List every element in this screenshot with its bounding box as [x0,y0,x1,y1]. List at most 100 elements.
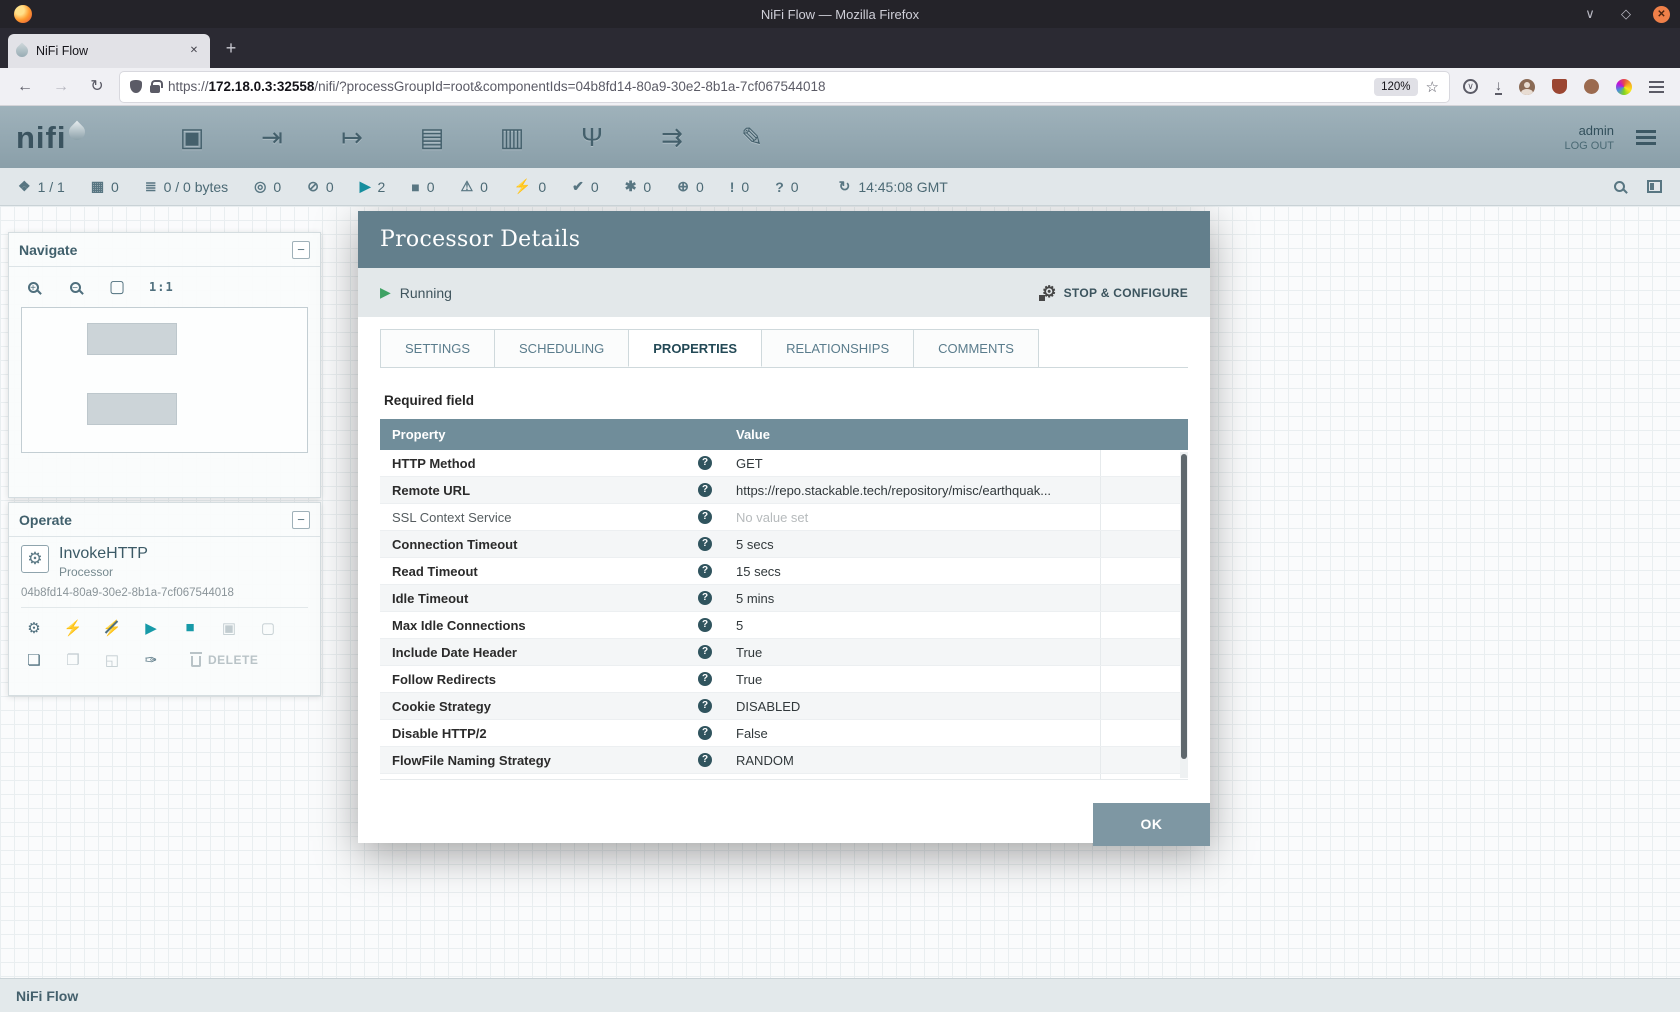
toolbar-component[interactable]: ↦ [332,117,372,157]
tab-close-icon[interactable]: ✕ [186,43,202,59]
operate-button[interactable]: ✑ [138,648,164,672]
collapse-icon[interactable]: − [292,511,310,529]
ublock-extension-icon[interactable] [1552,79,1567,94]
operate-button[interactable]: ▣ [216,616,242,640]
reload-icon[interactable]: ↻ [84,74,110,100]
collapse-icon[interactable]: − [292,241,310,259]
process-group-icon: ▤ [420,122,445,152]
dialog-tab[interactable]: RELATIONSHIPS [761,329,914,367]
property-row[interactable]: Disable HTTP/2 ? False [380,720,1188,747]
colorful-extension-icon[interactable] [1616,79,1632,95]
flow-canvas[interactable]: Navigate − + − ▢ 1:1 Operate − ⚙ [0,206,1680,978]
toolbar-component[interactable]: ⇉ [652,117,692,157]
property-row[interactable]: HTTP Method ? GET [380,450,1188,477]
status-count: 0 [741,179,749,195]
help-icon: ? [698,483,712,497]
browser-tab[interactable]: NiFi Flow ✕ [8,34,210,68]
menu-icon[interactable] [1649,86,1664,88]
table-scrollbar[interactable] [1180,452,1188,778]
property-row[interactable]: FlowFile Naming Strategy ? RANDOM [380,747,1188,774]
toolbar-component[interactable]: ▤ [412,117,452,157]
dialog-tab[interactable]: SETTINGS [380,329,495,367]
operate-button[interactable]: ❏ [21,648,47,672]
maximize-icon[interactable]: ◇ [1617,6,1635,22]
downloads-icon[interactable]: ↓ [1495,79,1502,95]
property-row[interactable]: Cookie Strategy ? DISABLED [380,693,1188,720]
tab-favicon [14,43,31,60]
lock-icon[interactable] [150,85,160,93]
operate-button[interactable]: ⚙ [21,616,47,640]
extension-icon[interactable] [1584,79,1599,94]
property-value: DISABLED [726,699,1100,714]
zoom-in-icon[interactable]: + [28,282,39,293]
operate-button[interactable]: ⚡ [99,616,125,640]
tracking-protection-icon[interactable] [130,80,142,93]
property-row[interactable]: Remote URL ? https://repo.stackable.tech… [380,477,1188,504]
zoom-out-icon[interactable]: − [70,282,81,293]
property-row[interactable]: SSL Context Service ? No value set [380,504,1188,531]
close-icon[interactable]: ✕ [1653,6,1670,23]
property-value: 5 [726,618,1100,633]
bookmark-star-icon[interactable]: ☆ [1426,78,1439,96]
property-value: RANDOM [726,753,1100,768]
ok-button[interactable]: OK [1093,803,1210,846]
actual-size-icon[interactable]: 1:1 [149,277,174,297]
toolbar-component[interactable]: ⇥ [252,117,292,157]
operate-button[interactable]: ▶ [138,616,164,640]
property-row[interactable]: Read Timeout ? 15 secs [380,558,1188,585]
fit-icon[interactable]: ▢ [107,277,127,297]
navigate-panel-header[interactable]: Navigate − [9,233,320,267]
toolbar-component[interactable]: ✎ [732,117,772,157]
dialog-tab[interactable]: PROPERTIES [628,329,762,367]
stop-icon: ■ [185,619,194,636]
url-text[interactable]: https://172.18.0.3:32558/nifi/?processGr… [168,79,1366,94]
new-tab-button[interactable]: + [216,34,246,64]
output-port-icon: ↦ [341,122,363,152]
breadcrumb[interactable]: NiFi Flow [16,988,78,1004]
tab-title: NiFi Flow [36,44,178,58]
operate-panel-header[interactable]: Operate − [9,503,320,537]
refresh-icon[interactable]: ↻ [839,178,851,195]
threads-icon: ▦ [91,178,104,195]
template-icon: ⇉ [661,122,683,152]
property-name: Include Date Header [392,645,517,660]
logout-link[interactable]: LOG OUT [1564,140,1614,152]
property-row[interactable]: Follow Redirects ? True [380,666,1188,693]
property-row[interactable]: Include Date Header ? True [380,639,1188,666]
operate-button[interactable]: ⚡ [60,616,86,640]
required-field-legend: Required field [384,393,1188,408]
search-icon[interactable] [1614,181,1625,192]
dialog-tab[interactable]: SCHEDULING [494,329,629,367]
toolbar-component[interactable]: ▣ [172,117,212,157]
transmitting-icon: ◎ [254,178,266,195]
selected-component-name: InvokeHTTP [59,545,148,563]
operate-button[interactable]: ❐ [60,648,86,672]
birdseye-minimap[interactable] [21,307,308,453]
operate-button[interactable]: ■ [177,616,203,640]
property-row[interactable]: Connection Timeout ? 5 secs [380,531,1188,558]
stop-and-configure-button[interactable]: ⚙ STOP & CONFIGURE [1042,285,1188,301]
delete-button[interactable]: DELETE [191,653,258,667]
forward-icon[interactable]: → [48,74,74,100]
url-bar[interactable]: https://172.18.0.3:32558/nifi/?processGr… [120,72,1449,102]
toolbar-component[interactable]: Ψ [572,117,612,157]
selected-component-id: 04b8fd14-80a9-30e2-8b1a-7cf067544018 [21,587,308,608]
window-titlebar: NiFi Flow — Mozilla Firefox ∨ ◇ ✕ [0,0,1680,28]
zoom-badge[interactable]: 120% [1374,78,1417,96]
global-menu-icon[interactable] [1636,136,1656,139]
toggle-panel-icon[interactable] [1647,180,1662,193]
property-row[interactable]: Idle Timeout ? 5 mins [380,585,1188,612]
scrollbar-thumb[interactable] [1181,454,1187,759]
status-count: 0 [696,179,704,195]
row-actions-cell [1100,477,1188,503]
property-row[interactable]: Max Idle Connections ? 5 [380,612,1188,639]
dialog-tab[interactable]: COMMENTS [913,329,1039,367]
toolbar-component[interactable]: ▥ [492,117,532,157]
property-value: 5 secs [726,537,1100,552]
minimize-icon[interactable]: ∨ [1581,6,1599,22]
account-icon[interactable] [1519,79,1535,95]
back-icon[interactable]: ← [12,74,38,100]
operate-button[interactable]: ◱ [99,648,125,672]
pocket-icon[interactable]: ∨ [1463,79,1478,94]
operate-button[interactable]: ▢ [255,616,281,640]
